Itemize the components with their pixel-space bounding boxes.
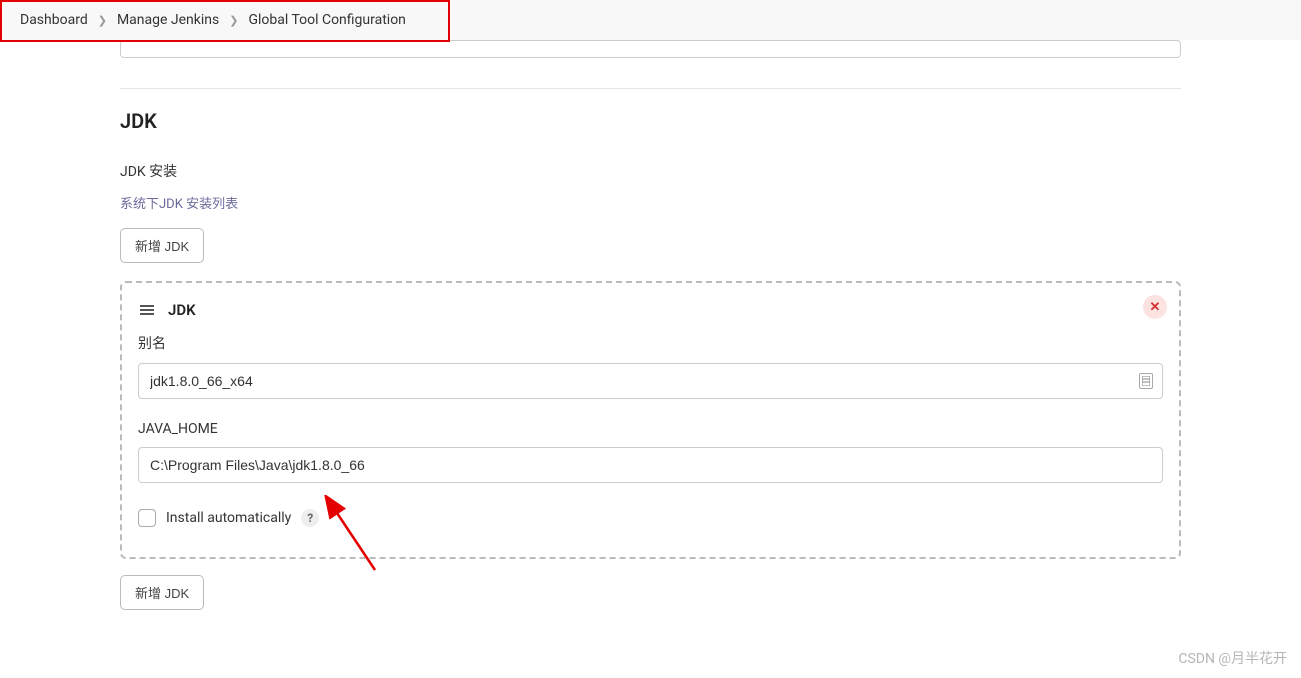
- java-home-input[interactable]: [138, 447, 1163, 483]
- jdk-install-label: JDK 安装: [120, 161, 1181, 181]
- jdk-config-header: JDK: [138, 301, 1163, 319]
- breadcrumb-manage-jenkins[interactable]: Manage Jenkins: [117, 12, 219, 28]
- install-auto-checkbox[interactable]: [138, 509, 156, 527]
- section-divider: [120, 88, 1181, 89]
- add-jdk-button-bottom[interactable]: 新增 JDK: [120, 575, 204, 610]
- alias-label: 别名: [138, 333, 1163, 353]
- chevron-right-icon: ❯: [229, 14, 238, 27]
- jdk-config-box: ✕ JDK 别名 JAVA_HOME Install automatically…: [120, 281, 1181, 559]
- breadcrumb: Dashboard ❯ Manage Jenkins ❯ Global Tool…: [0, 0, 1301, 40]
- jdk-install-list-desc: 系统下JDK 安装列表: [120, 193, 1181, 212]
- install-auto-label: Install automatically: [166, 510, 291, 526]
- alias-group: 别名: [138, 333, 1163, 399]
- watermark-text: CSDN @月半花开: [1178, 648, 1287, 668]
- chevron-right-icon: ❯: [98, 14, 107, 27]
- input-autofill-icon: [1139, 373, 1153, 389]
- add-jdk-button[interactable]: 新增 JDK: [120, 228, 204, 263]
- drag-handle-icon[interactable]: [138, 303, 156, 317]
- section-title-jdk: JDK: [120, 109, 1181, 133]
- main-content: JDK JDK 安装 系统下JDK 安装列表 新增 JDK ✕ JDK 别名 J…: [0, 40, 1301, 610]
- install-auto-row: Install automatically ?: [138, 509, 1163, 527]
- breadcrumb-global-tool-config[interactable]: Global Tool Configuration: [248, 12, 405, 28]
- breadcrumb-dashboard[interactable]: Dashboard: [20, 12, 88, 28]
- alias-input[interactable]: [138, 363, 1163, 399]
- java-home-group: JAVA_HOME: [138, 421, 1163, 483]
- java-home-label: JAVA_HOME: [138, 421, 1163, 437]
- close-icon[interactable]: ✕: [1143, 295, 1167, 319]
- previous-section-input-stub[interactable]: [120, 40, 1181, 58]
- jdk-config-title: JDK: [168, 301, 196, 319]
- help-icon[interactable]: ?: [301, 509, 319, 527]
